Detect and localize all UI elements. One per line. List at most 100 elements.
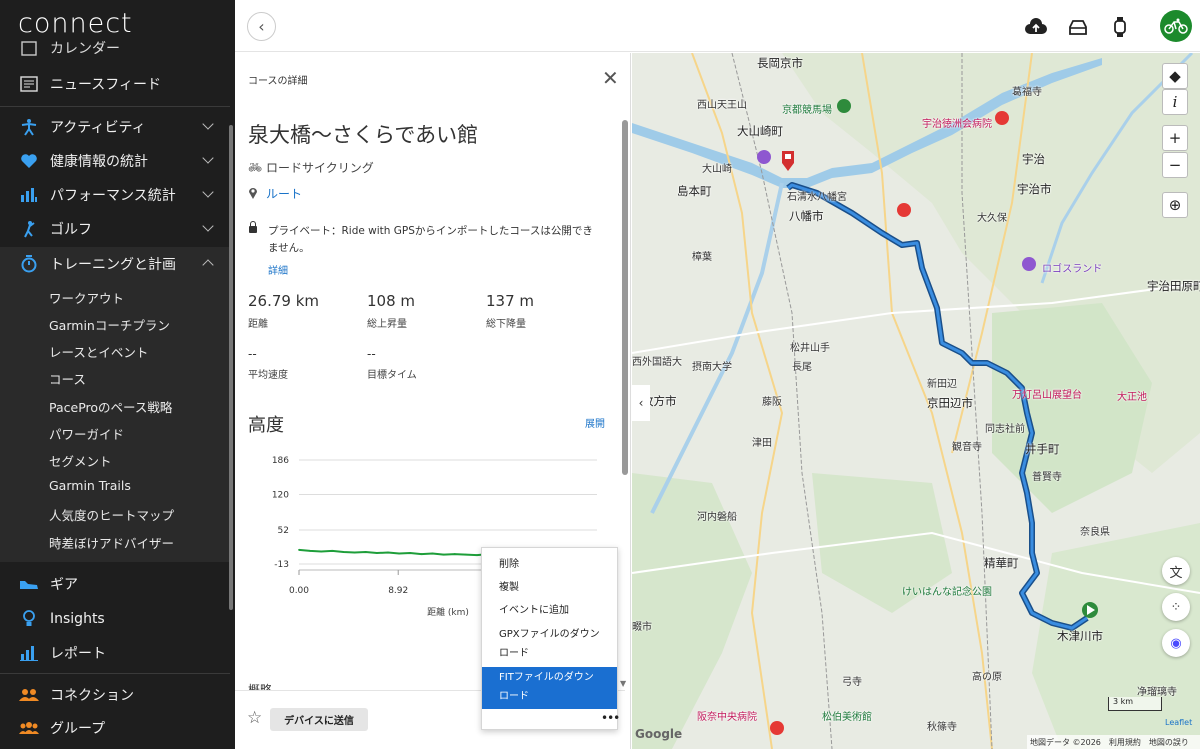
map[interactable]: 長岡京市西山天王山 京都競馬場大山崎町大山崎石清水八幡宮 島本町八幡市 宇治徳洲会病院… — [632, 53, 1200, 749]
map-place-label[interactable]: 宇治市 — [1017, 181, 1052, 197]
sidebar-subitem-heatmap[interactable]: 人気度のヒートマップ — [49, 505, 174, 524]
sidebar-item-training[interactable]: トレーニングと計画 — [0, 247, 230, 281]
map-place-label[interactable]: 大久保 — [977, 209, 1007, 224]
menu-item-duplicate[interactable]: 複製 — [482, 578, 617, 597]
map-place-label[interactable]: ロゴスランド — [1042, 260, 1102, 275]
map-collapse-button[interactable]: ‹ — [632, 385, 650, 421]
map-place-label[interactable]: 普賢寺 — [1032, 468, 1062, 483]
apps-grid-icon[interactable]: ⁘ — [1162, 593, 1190, 621]
translate-icon[interactable]: 文 — [1162, 557, 1190, 585]
sidebar-item-golf[interactable]: ゴルフ — [0, 212, 230, 246]
menu-item-fit-download[interactable]: FITファイルのダウンロード — [482, 667, 617, 709]
inbox-icon[interactable] — [1065, 14, 1091, 40]
map-place-label[interactable]: 松井山手 — [790, 339, 830, 354]
scroll-down-arrow-icon[interactable]: ▼ — [620, 679, 626, 688]
sidebar-subitem-trails[interactable]: Garmin Trails — [49, 478, 131, 493]
device-icon[interactable] — [1107, 14, 1133, 40]
map-place-label[interactable]: 西山天王山 — [697, 96, 747, 111]
map-place-label[interactable]: 高の原 — [972, 668, 1002, 683]
assistant-icon[interactable]: ◉ — [1162, 629, 1190, 657]
map-place-label[interactable]: 藤阪 — [762, 393, 782, 408]
map-place-label[interactable]: 樟葉 — [692, 248, 712, 263]
sidebar-item-reports[interactable]: レポート — [0, 636, 230, 670]
sidebar-item-performance[interactable]: パフォーマンス統計 — [0, 178, 230, 212]
map-place-label[interactable]: けいはんな記念公園 — [902, 583, 992, 598]
map-info-button[interactable]: i — [1162, 89, 1188, 115]
map-place-label[interactable]: 宇治田原町 — [1147, 278, 1200, 294]
map-place-label[interactable]: 河内磐船 — [697, 508, 737, 523]
menu-item-gpx-download[interactable]: GPXファイルのダウンロード — [482, 625, 600, 663]
map-place-label[interactable]: 長尾 — [792, 358, 812, 373]
map-place-label[interactable]: 阪奈中央病院 — [697, 708, 757, 723]
more-options-icon[interactable]: ••• — [601, 711, 620, 725]
map-place-label[interactable]: 大正池 — [1117, 388, 1147, 403]
menu-item-delete[interactable]: 削除 — [482, 555, 617, 574]
map-place-label[interactable]: 畷市 — [632, 618, 652, 633]
map-place-label[interactable]: 葛福寺 — [1012, 83, 1042, 98]
map-place-label[interactable]: 弓寺 — [842, 673, 862, 688]
sidebar-subitem-jetlag[interactable]: 時差ぼけアドバイザー — [49, 533, 174, 552]
map-place-label[interactable]: 净瑠璃寺 — [1137, 683, 1177, 698]
map-place-label[interactable]: 大山崎 — [702, 160, 732, 175]
sidebar-item-insights[interactable]: Insights — [0, 602, 230, 636]
sidebar-subitem-races[interactable]: レースとイベント — [49, 342, 148, 361]
panel-scrollbar[interactable] — [622, 120, 628, 475]
sidebar-scrollbar[interactable] — [229, 125, 233, 610]
sidebar-subitem-power-guide[interactable]: パワーガイド — [49, 424, 124, 443]
menu-item-add-to-event[interactable]: イベントに追加 — [482, 601, 617, 620]
map-place-label[interactable]: 島本町 — [677, 183, 712, 199]
zoom-out-button[interactable]: − — [1162, 152, 1188, 178]
upload-icon[interactable] — [1023, 14, 1049, 40]
map-place-label[interactable]: 同志社前 — [985, 420, 1025, 435]
sidebar-item-newsfeed[interactable]: ニュースフィード — [0, 67, 230, 101]
map-place-label[interactable]: 木津川市 — [1057, 628, 1103, 644]
map-place-label[interactable]: 宇治徳洲会病院 — [922, 115, 992, 130]
connect-logo[interactable]: connect — [18, 8, 133, 39]
map-place-label[interactable]: 井手町 — [1025, 441, 1060, 457]
map-place-label[interactable]: 精華町 — [984, 555, 1019, 571]
sidebar-item-calendar[interactable]: カレンダー — [0, 38, 230, 58]
route-row[interactable]: ルート — [248, 185, 302, 202]
leaflet-link[interactable]: Leaflet — [1165, 718, 1192, 727]
sidebar-subitem-workouts[interactable]: ワークアウト — [49, 288, 124, 307]
sidebar-subitem-segments[interactable]: セグメント — [49, 451, 112, 470]
map-place-label[interactable]: 新田辺 — [927, 375, 957, 390]
sidebar-subitem-coach[interactable]: Garminコーチプラン — [49, 315, 170, 334]
sidebar-item-groups[interactable]: グループ — [0, 711, 230, 745]
locate-icon[interactable]: ⊕ — [1162, 192, 1188, 218]
expand-link[interactable]: 展開 — [585, 415, 605, 430]
zoom-in-button[interactable]: + — [1162, 125, 1188, 151]
close-icon[interactable]: ✕ — [602, 66, 619, 90]
map-place-label[interactable]: 長岡京市 — [757, 55, 803, 71]
back-button[interactable]: ‹ — [247, 12, 276, 41]
route-link[interactable]: ルート — [266, 185, 302, 202]
sidebar-item-health[interactable]: 健康情報の統計 — [0, 144, 230, 178]
map-place-label[interactable]: 西外国語大 — [632, 353, 682, 368]
details-link[interactable]: 詳細 — [268, 262, 288, 277]
sidebar-item-connections[interactable]: コネクション — [0, 678, 230, 712]
avatar[interactable] — [1160, 10, 1192, 42]
layers-icon[interactable]: ◆ — [1162, 63, 1188, 89]
map-place-label[interactable]: 秋篠寺 — [927, 718, 957, 733]
map-place-label[interactable]: 宇治 — [1022, 151, 1045, 167]
map-place-label[interactable]: 石清水八幡宮 — [787, 188, 847, 203]
course-title[interactable]: 泉大橋〜さくらであい館 — [248, 119, 478, 149]
map-place-label[interactable]: 松伯美術館 — [822, 708, 872, 723]
star-icon[interactable]: ☆ — [247, 708, 262, 728]
map-place-label[interactable]: 津田 — [752, 434, 772, 449]
send-to-device-button[interactable]: デバイスに送信 — [270, 708, 368, 731]
map-place-label[interactable]: 奈良県 — [1080, 523, 1110, 538]
map-place-label[interactable]: 大山崎町 — [737, 123, 783, 139]
sidebar-subitem-pacepro[interactable]: PaceProのペース戦略 — [49, 397, 172, 416]
map-place-label[interactable]: 万灯呂山展望台 — [1012, 386, 1082, 401]
map-place-label[interactable]: 八幡市 — [789, 208, 824, 224]
sidebar-item-activities[interactable]: アクティビティ — [0, 110, 230, 144]
terms-link[interactable]: 利用規約 — [1109, 737, 1141, 748]
sidebar-subitem-courses[interactable]: コース — [49, 369, 86, 388]
map-place-label[interactable]: 観音寺 — [952, 438, 982, 453]
map-place-label[interactable]: 京都競馬場 — [782, 101, 832, 116]
map-place-label[interactable]: 摂南大学 — [692, 358, 732, 373]
report-error-link[interactable]: 地図の誤り — [1149, 737, 1189, 748]
sidebar-item-gear[interactable]: ギア — [0, 567, 230, 601]
map-place-label[interactable]: 京田辺市 — [927, 395, 973, 411]
